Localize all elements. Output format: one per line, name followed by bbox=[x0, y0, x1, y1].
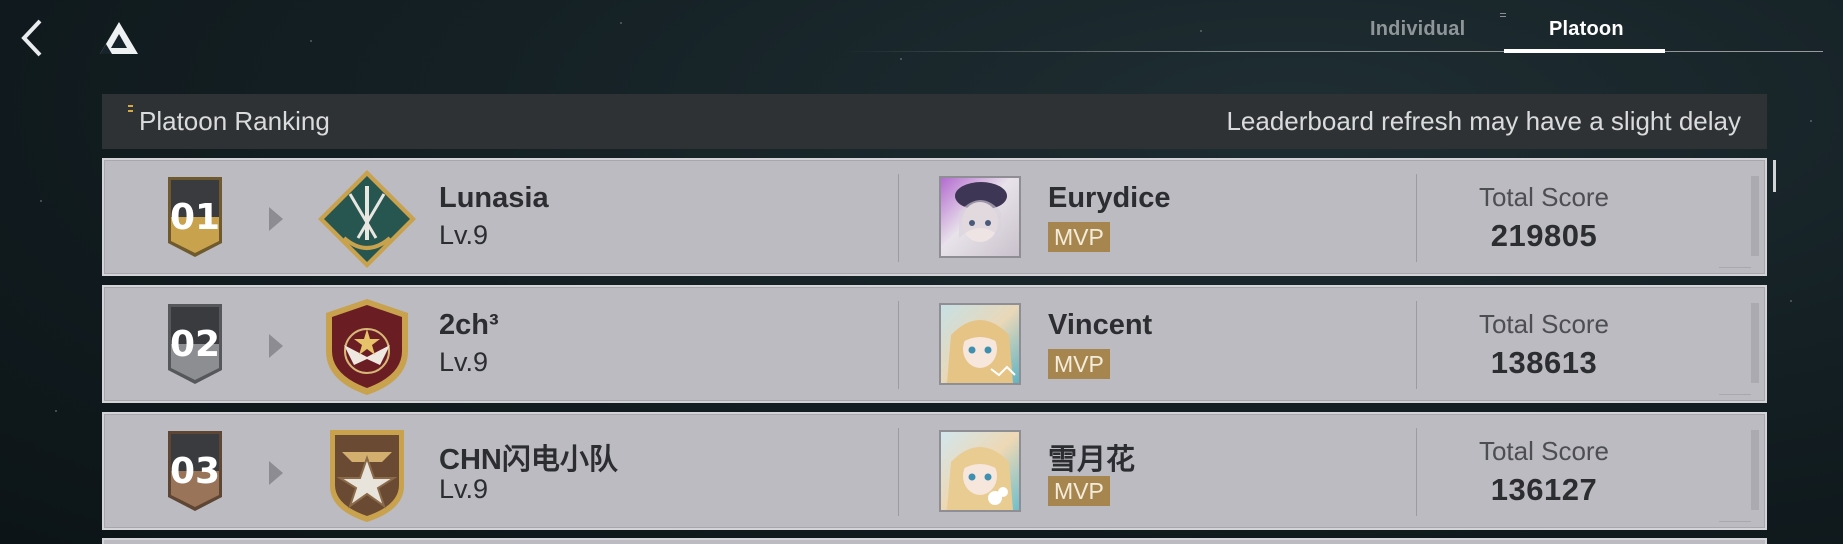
tab-marker-icon bbox=[1500, 13, 1506, 17]
rank-number: 02 bbox=[169, 323, 221, 365]
rank-number: 01 bbox=[169, 196, 221, 238]
app-logo-icon bbox=[100, 22, 138, 54]
column-divider bbox=[898, 174, 899, 262]
back-button[interactable] bbox=[14, 16, 50, 60]
eagle-shield-emblem-icon bbox=[326, 299, 408, 395]
refresh-note: Leaderboard refresh may have a slight de… bbox=[1226, 106, 1741, 136]
list-scrollbar[interactable] bbox=[1773, 160, 1776, 192]
column-divider bbox=[898, 301, 899, 389]
score-label: Total Score bbox=[1478, 182, 1610, 212]
mvp-player-name: 雪月花 bbox=[1048, 444, 1136, 476]
expand-arrow-icon[interactable] bbox=[267, 459, 285, 487]
mvp-avatar[interactable] bbox=[939, 303, 1021, 385]
mvp-badge: MVP bbox=[1048, 349, 1110, 379]
platoon-name: Lunasia bbox=[439, 182, 549, 214]
platoon-name: 2ch³ bbox=[439, 309, 499, 341]
ranking-row[interactable]: 03 CHN闪电小队 Lv.9 雪月花 MVP Total Score 1361… bbox=[102, 412, 1767, 530]
character-portrait-icon bbox=[947, 320, 1016, 383]
tab-platoon[interactable]: Platoon bbox=[1549, 18, 1624, 41]
column-divider bbox=[1416, 174, 1417, 262]
score-label: Total Score bbox=[1478, 309, 1610, 339]
signature-mark-icon bbox=[1719, 256, 1751, 268]
mvp-badge: MVP bbox=[1048, 476, 1110, 506]
swords-shield-emblem-icon bbox=[318, 170, 416, 268]
character-portrait-icon bbox=[955, 182, 1007, 242]
column-divider bbox=[1416, 428, 1417, 516]
platoon-level: Lv.9 bbox=[439, 347, 489, 377]
tab-bar: Individual Platoon bbox=[843, 0, 1843, 60]
mvp-avatar[interactable] bbox=[939, 430, 1021, 512]
column-divider bbox=[1416, 301, 1417, 389]
expand-arrow-icon[interactable] bbox=[267, 332, 285, 360]
star-wings-emblem-icon bbox=[330, 430, 404, 522]
mvp-badge: MVP bbox=[1048, 222, 1110, 252]
platoon-level: Lv.9 bbox=[439, 474, 489, 504]
mvp-avatar[interactable] bbox=[939, 176, 1021, 258]
mvp-player-name: Eurydice bbox=[1048, 182, 1171, 214]
rank-number: 03 bbox=[169, 450, 221, 492]
signature-mark-icon bbox=[1719, 510, 1751, 522]
column-divider bbox=[898, 428, 899, 516]
ranking-row-partial[interactable] bbox=[102, 538, 1767, 544]
tab-bar-divider bbox=[843, 51, 1823, 52]
signature-mark-icon bbox=[1719, 383, 1751, 395]
score-value: 136127 bbox=[1490, 472, 1598, 507]
title-mark-icon bbox=[128, 104, 133, 119]
mvp-player-name: Vincent bbox=[1048, 309, 1153, 341]
score-value: 138613 bbox=[1490, 345, 1598, 380]
section-header: Platoon Ranking Leaderboard refresh may … bbox=[102, 94, 1767, 149]
character-portrait-icon bbox=[947, 447, 1013, 510]
section-title-text: Platoon Ranking bbox=[139, 106, 330, 136]
platoon-level: Lv.9 bbox=[439, 220, 489, 250]
tab-individual[interactable]: Individual bbox=[1370, 18, 1465, 41]
active-tab-indicator bbox=[1504, 49, 1665, 53]
score-value: 219805 bbox=[1490, 218, 1598, 253]
expand-arrow-icon[interactable] bbox=[267, 205, 285, 233]
ranking-row[interactable]: 02 2ch³ Lv.9 Vincent MVP Total Score 138… bbox=[102, 285, 1767, 403]
score-label: Total Score bbox=[1478, 436, 1610, 466]
ranking-row[interactable]: 01 Lunasia Lv.9 Eurydice MVP Total Score… bbox=[102, 158, 1767, 276]
chevron-left-icon bbox=[21, 19, 42, 57]
platoon-name: CHN闪电小队 bbox=[439, 444, 618, 476]
section-title: Platoon Ranking bbox=[128, 104, 330, 137]
